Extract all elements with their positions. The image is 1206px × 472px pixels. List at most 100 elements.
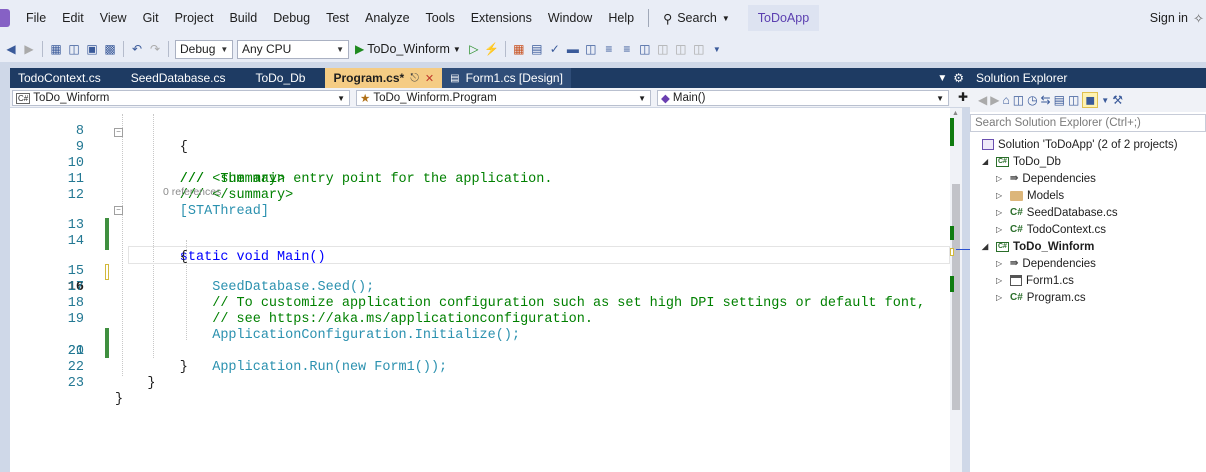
collapse-icon[interactable]: − — [114, 206, 123, 215]
expanded-arrow-icon[interactable]: ◢ — [982, 157, 992, 166]
menu-project[interactable]: Project — [167, 11, 222, 25]
search-icon: ⚲ — [663, 11, 673, 26]
tree-node-dependencies[interactable]: ▷ ⇛ Dependencies — [996, 170, 1096, 187]
chevron-down-icon: ▼ — [936, 93, 944, 103]
next-bookmark-icon[interactable]: ◫ — [673, 40, 689, 58]
menu-analyze[interactable]: Analyze — [357, 11, 417, 25]
menu-view[interactable]: View — [92, 11, 135, 25]
outdent-icon[interactable]: ≡ — [619, 40, 635, 58]
collapsed-arrow-icon[interactable]: ▷ — [996, 208, 1006, 217]
expanded-arrow-icon[interactable]: ◢ — [982, 242, 992, 251]
tree-node-solution[interactable]: Solution 'ToDoApp' (2 of 2 projects) — [982, 136, 1178, 153]
tree-node-form1[interactable]: ▷ Form1.cs — [996, 272, 1074, 289]
tab-form1-design[interactable]: ▤ Form1.cs [Design] — [442, 68, 571, 88]
history-icon[interactable]: ◷ — [1027, 93, 1037, 107]
chevron-down-icon: ▼ — [721, 13, 730, 23]
editor-vertical-scrollbar[interactable]: ▲ — [950, 108, 962, 472]
layout-icon[interactable]: ▤ — [529, 40, 545, 58]
collapsed-arrow-icon[interactable]: ▷ — [996, 174, 1006, 183]
chevron-down-icon[interactable]: ▼ — [1101, 96, 1109, 105]
menu-edit[interactable]: Edit — [54, 11, 92, 25]
sign-in-link[interactable]: Sign in — [1150, 11, 1188, 25]
hot-reload-icon[interactable]: ⚡ — [484, 40, 500, 58]
spellcheck-icon[interactable]: ✓ — [547, 40, 563, 58]
back-icon[interactable]: ◀ — [3, 40, 19, 58]
menu-tools[interactable]: Tools — [418, 11, 463, 25]
member-dropdown[interactable]: ◆ Main() ▼ — [657, 90, 949, 106]
prev-bookmark-icon[interactable]: ◫ — [655, 40, 671, 58]
tab-todocontext[interactable]: TodoContext.cs — [10, 68, 109, 88]
menu-debug[interactable]: Debug — [265, 11, 318, 25]
tree-node-todo-winform[interactable]: ◢ C# ToDo_Winform — [982, 238, 1094, 255]
back-icon[interactable]: ◀ — [978, 93, 987, 107]
menu-test[interactable]: Test — [318, 11, 357, 25]
tab-list-dropdown-icon[interactable]: ▼ — [937, 73, 947, 84]
redo-icon[interactable]: ↷ — [147, 40, 163, 58]
collapsed-arrow-icon[interactable]: ▷ — [996, 293, 1006, 302]
collapse-all-icon[interactable]: ▤ — [1054, 93, 1065, 107]
forward-icon[interactable]: ▶ — [21, 40, 37, 58]
live-share-icon[interactable]: ✧ — [1193, 11, 1204, 27]
open-folder-icon[interactable]: ◫ — [66, 40, 82, 58]
browse-icon[interactable]: ▦ — [511, 40, 527, 58]
tree-node-dependencies[interactable]: ▷ ⇛ Dependencies — [996, 255, 1096, 272]
undo-icon[interactable]: ↶ — [129, 40, 145, 58]
pin-icon[interactable]: ⎋ — [410, 72, 419, 85]
search-button[interactable]: ⚲ Search ▼ — [655, 11, 738, 26]
close-icon[interactable]: ✕ — [425, 72, 434, 85]
scroll-up-icon[interactable]: ▲ — [952, 110, 959, 117]
switch-views-icon[interactable]: ◫ — [1013, 93, 1024, 107]
tab-todo-db[interactable]: ToDo_Db — [247, 68, 313, 88]
collapsed-arrow-icon[interactable]: ▷ — [996, 225, 1006, 234]
tab-seeddatabase[interactable]: SeedDatabase.cs — [123, 68, 234, 88]
new-project-icon[interactable]: ▦ — [48, 40, 64, 58]
chevron-down-icon: ▼ — [452, 44, 461, 54]
caret-position-marker — [956, 249, 970, 250]
menu-build[interactable]: Build — [221, 11, 265, 25]
forward-icon[interactable]: ▶ — [990, 93, 999, 107]
tree-node-models[interactable]: ▷ Models — [996, 187, 1064, 204]
main-menu: File Edit View Git Project Build Debug T… — [18, 11, 642, 25]
menu-window[interactable]: Window — [540, 11, 600, 25]
gear-icon[interactable]: ⚙ — [953, 71, 964, 85]
collapsed-arrow-icon[interactable]: ▷ — [996, 276, 1006, 285]
columns-icon[interactable]: ◫ — [583, 40, 599, 58]
collapsed-arrow-icon[interactable]: ▷ — [996, 191, 1006, 200]
sync-icon[interactable]: ⇆ — [1041, 93, 1051, 107]
codelens-references[interactable]: 0 references — [163, 186, 221, 198]
save-icon[interactable]: ▣ — [84, 40, 100, 58]
tab-program[interactable]: Program.cs* ⎋ ✕ — [325, 68, 443, 88]
start-without-debugging-icon[interactable]: ▷ — [466, 40, 482, 58]
indent-icon[interactable]: ≡ — [601, 40, 617, 58]
clear-bookmarks-icon[interactable]: ◫ — [691, 40, 707, 58]
align-icon[interactable]: ▬ — [565, 40, 581, 58]
menu-help[interactable]: Help — [600, 11, 642, 25]
bookmark-icon[interactable]: ◫ — [637, 40, 653, 58]
split-editor-icon[interactable]: ✚ — [958, 90, 968, 104]
solution-search-input[interactable]: Search Solution Explorer (Ctrl+;) — [970, 114, 1206, 132]
tree-node-todo-db[interactable]: ◢ C# ToDo_Db — [982, 153, 1061, 170]
solution-platform-select[interactable]: Any CPU ▼ — [237, 39, 349, 59]
solution-configuration-select[interactable]: Debug ▼ — [175, 39, 233, 59]
code-editor[interactable]: 8 { 9 − /// <summary> 10 /// The main en… — [10, 108, 950, 472]
menu-git[interactable]: Git — [135, 11, 167, 25]
preview-selected-icon[interactable]: ◼ — [1082, 92, 1099, 108]
tree-node-program[interactable]: ▷ C# Program.cs — [996, 289, 1086, 306]
toolbar-overflow-icon[interactable]: ▼ — [709, 40, 725, 58]
tree-node-todocontext[interactable]: ▷ C# TodoContext.cs — [996, 221, 1106, 238]
collapsed-arrow-icon[interactable]: ▷ — [996, 259, 1006, 268]
tree-node-seeddatabase[interactable]: ▷ C# SeedDatabase.cs — [996, 204, 1118, 221]
type-dropdown[interactable]: ★ ToDo_Winform.Program ▼ — [356, 90, 651, 106]
chevron-down-icon: ▼ — [638, 93, 646, 103]
menu-extensions[interactable]: Extensions — [463, 11, 540, 25]
scrollbar-thumb[interactable] — [952, 184, 960, 410]
save-all-icon[interactable]: ▩ — [102, 40, 118, 58]
show-all-files-icon[interactable]: ◫ — [1068, 93, 1079, 107]
class-icon: ★ — [360, 93, 371, 105]
menu-file[interactable]: File — [18, 11, 54, 25]
start-debugging-button[interactable]: ▶ ToDo_Winform ▼ — [351, 42, 465, 56]
collapse-icon[interactable]: − — [114, 128, 123, 137]
wrench-icon[interactable]: ⚒ — [1112, 93, 1123, 107]
home-icon[interactable]: ⌂ — [1002, 93, 1009, 107]
project-dropdown[interactable]: C# ToDo_Winform ▼ — [12, 90, 350, 106]
